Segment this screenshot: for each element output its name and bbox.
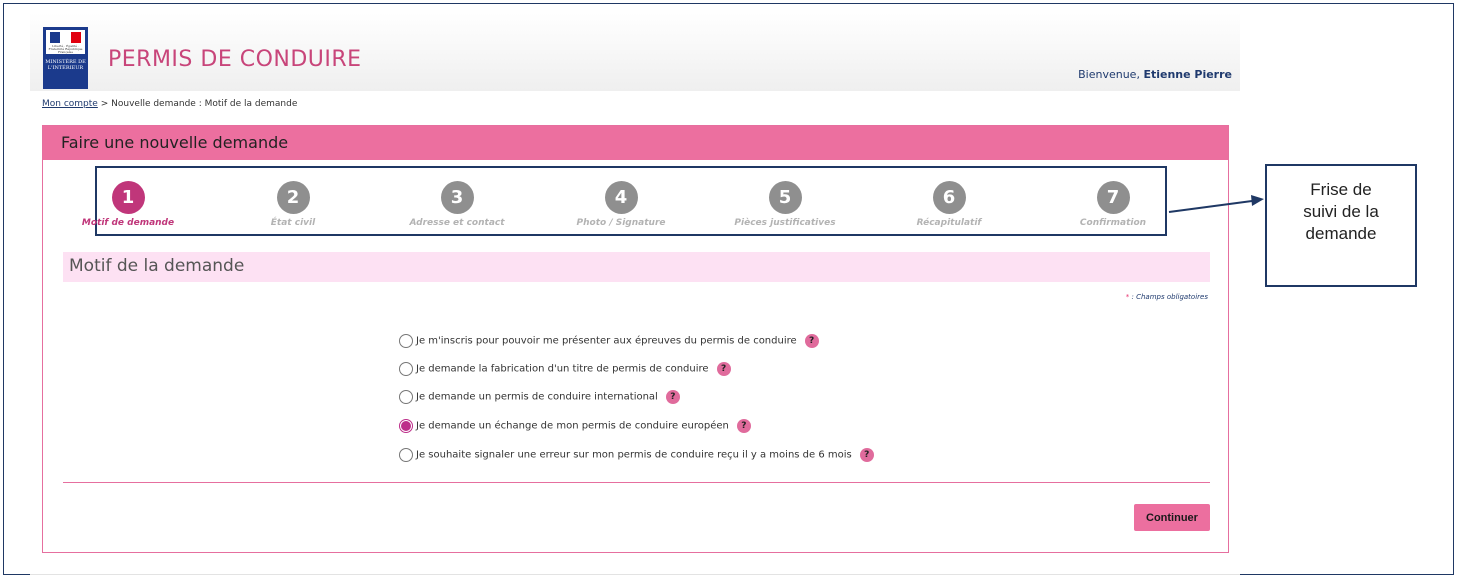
- annotation-callout: Frise de suivi de la demande: [1265, 164, 1417, 287]
- annotation-arrow: [1168, 195, 1264, 213]
- annotation-line-3: demande: [1305, 224, 1377, 243]
- annotation-line-1: Frise de: [1310, 180, 1372, 199]
- annotation-line-2: suivi de la: [1303, 202, 1379, 221]
